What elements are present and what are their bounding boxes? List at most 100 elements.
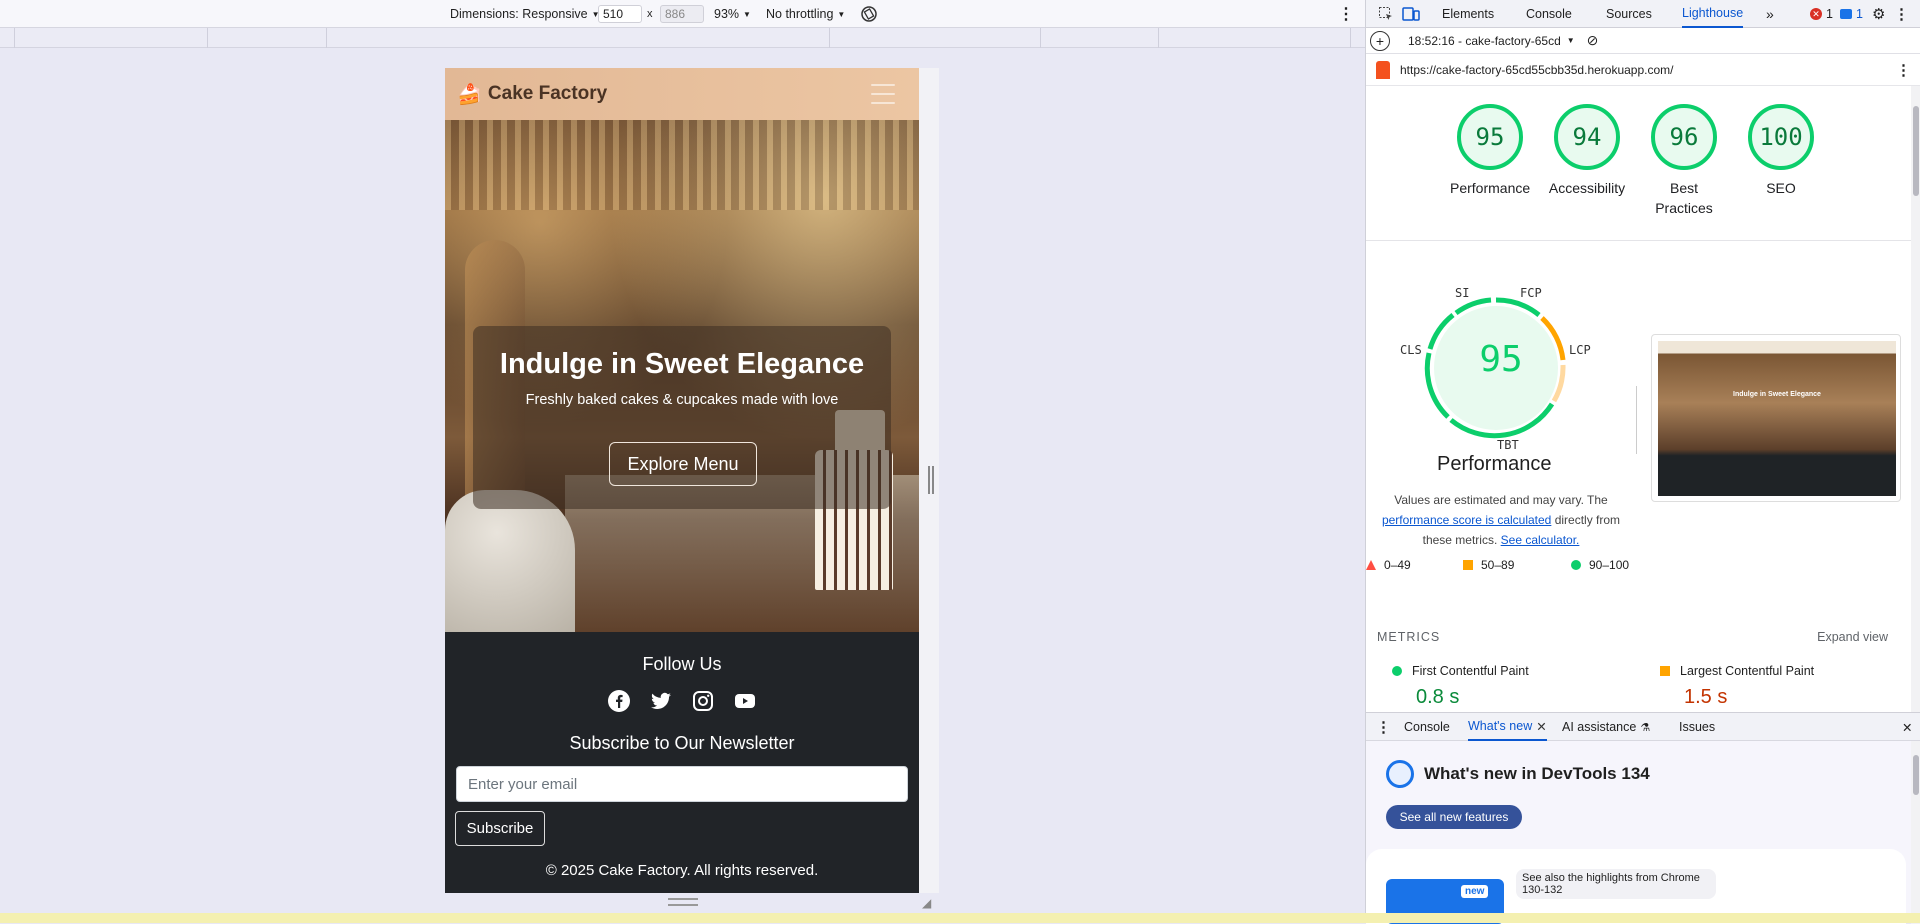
caret-down-icon: ▼ [837,9,846,19]
dimensions-dropdown[interactable]: Dimensions: Responsive ▼ [450,0,599,28]
drawer-tab-console[interactable]: Console [1404,713,1450,741]
rotate-icon[interactable] [860,0,878,28]
metric-abbr-fcp: FCP [1520,286,1542,300]
ruler-segment[interactable] [207,28,326,48]
tab-elements[interactable]: Elements [1442,0,1494,28]
zoom-label: 93% [714,7,740,21]
throttling-dropdown[interactable]: No throttling ▼ [766,0,845,28]
report-url[interactable]: https://cake-factory-65cd55cbb35d.heroku… [1400,63,1674,77]
ruler-segment[interactable] [14,28,207,48]
ruler-segment[interactable] [326,28,829,48]
screenshot-image: Indulge in Sweet Elegance [1658,341,1896,496]
ruler-segment[interactable] [1158,28,1351,48]
error-icon: ✕ [1810,8,1822,20]
report-time: 18:52:16 - cake-factory-65cd [1408,33,1561,48]
url-menu-icon[interactable]: ⋮ [1896,61,1911,79]
gauge-seo[interactable]: 100 SEO [1741,104,1821,198]
metric-value: 0.8 s [1416,686,1460,708]
final-screenshot-thumbnail[interactable]: Indulge in Sweet Elegance [1651,334,1901,502]
tab-label: What's new [1468,719,1533,733]
messages-badge[interactable]: 1 [1840,0,1863,28]
height-input[interactable]: 886 [660,5,704,23]
devtools-panel: Elements Console Sources Lighthouse » ✕ … [1365,0,1920,924]
hero-title: Indulge in Sweet Elegance [499,348,865,380]
thumbnail-title: Indulge in Sweet Elegance [1733,391,1821,398]
tab-sources[interactable]: Sources [1606,0,1652,28]
dimensions-label: Dimensions: Responsive [450,7,588,21]
device-toggle-icon[interactable] [1402,0,1420,28]
devtools-tabbar: Elements Console Sources Lighthouse » ✕ … [1366,0,1920,28]
score-calculated-link[interactable]: performance score is calculated [1382,513,1551,527]
metric-name: Largest Contentful Paint [1680,664,1815,678]
zoom-dropdown[interactable]: 93% ▼ [714,0,751,28]
triangle-icon [1366,560,1376,570]
drawer-tab-issues[interactable]: Issues [1679,713,1715,741]
social-links [445,689,919,713]
facebook-icon[interactable] [607,689,631,713]
close-icon[interactable]: ✕ [1536,719,1546,734]
site-brand[interactable]: Cake Factory [488,83,607,105]
cake-logo-icon: 🍰 [457,83,482,106]
ruler-segment[interactable] [1040,28,1158,48]
resize-handle-corner[interactable]: ◢ [922,896,936,910]
errors-badge[interactable]: ✕ 1 [1810,0,1833,28]
drawer-tab-whats-new[interactable]: What's new ✕ [1468,713,1547,741]
copyright-text: © 2025 Cake Factory. All rights reserved… [545,862,819,879]
highlights-link[interactable]: See also the highlights from Chrome 130-… [1516,869,1716,899]
taskbar-strip [0,913,1920,923]
site-navbar: 🍰 Cake Factory [445,68,919,120]
gauge-score: 96 [1651,104,1717,170]
more-options-icon[interactable]: ⋮ [1338,0,1354,28]
metric-abbr-si: SI [1455,286,1470,300]
scrollbar-thumb[interactable] [1913,106,1919,196]
inspect-element-icon[interactable] [1378,0,1394,28]
close-drawer-icon[interactable]: ✕ [1902,713,1912,741]
whats-new-heading: What's new in DevTools 134 [1386,760,1786,788]
lighthouse-icon [1376,60,1390,79]
scrollbar-thumb[interactable] [1913,755,1919,795]
expand-view-link[interactable]: Expand view [1817,630,1888,644]
hamburger-menu-icon[interactable] [871,84,895,104]
resize-handle-right[interactable] [928,466,934,494]
report-scrollbar[interactable] [1911,86,1920,712]
drawer-menu-icon[interactable]: ⋮ [1376,713,1391,741]
gauge-performance[interactable]: 95 Performance [1450,104,1530,198]
tab-console[interactable]: Console [1526,0,1572,28]
legend-range: 50–89 [1481,558,1515,572]
see-all-features-button[interactable]: See all new features [1386,805,1522,829]
tab-lighthouse[interactable]: Lighthouse [1682,0,1744,28]
ruler-segment[interactable] [829,28,1040,48]
subscribe-button[interactable]: Subscribe [455,811,545,846]
settings-gear-icon[interactable]: ⚙ [1872,0,1885,28]
gauge-best-practices[interactable]: 96 Best Practices [1644,104,1724,218]
width-input[interactable]: 510 [598,5,642,23]
gauge-accessibility[interactable]: 94 Accessibility [1547,104,1627,198]
divider [1366,240,1911,241]
youtube-icon[interactable] [733,689,757,713]
metrics-header: METRICS Expand view [1377,630,1902,644]
score-legend: 0–49 50–89 90–100 [1366,558,1636,578]
square-icon [1463,560,1473,570]
drawer-tab-ai-assistance[interactable]: AI assistance ⚗ [1562,713,1650,741]
resize-handle-bottom[interactable] [668,898,698,906]
instagram-icon[interactable] [691,689,715,713]
devtools-menu-icon[interactable]: ⋮ [1894,0,1909,28]
metrics-label: METRICS [1377,630,1441,644]
caret-down-icon: ▼ [743,9,751,19]
see-calculator-link[interactable]: See calculator. [1501,533,1580,547]
hero-section: Indulge in Sweet Elegance Freshly baked … [445,120,919,632]
circle-icon [1392,666,1402,676]
drawer-scrollbar[interactable] [1911,741,1920,924]
square-icon [1660,666,1670,676]
twitter-icon[interactable] [649,689,673,713]
add-report-icon[interactable]: + [1370,30,1390,51]
explore-menu-button[interactable]: Explore Menu [609,442,757,486]
errors-count: 1 [1826,7,1833,21]
more-tabs-icon[interactable]: » [1766,0,1774,28]
metric-lcp: Largest Contentful Paint 1.5 s [1660,664,1890,709]
clear-reports-icon[interactable]: ⊘ [1587,32,1599,49]
report-selector[interactable]: 18:52:16 - cake-factory-65cd ▼ [1408,34,1575,48]
hero-sofa-decoration [445,490,575,632]
email-field[interactable]: Enter your email [456,766,908,802]
tab-label: AI assistance [1562,720,1637,734]
